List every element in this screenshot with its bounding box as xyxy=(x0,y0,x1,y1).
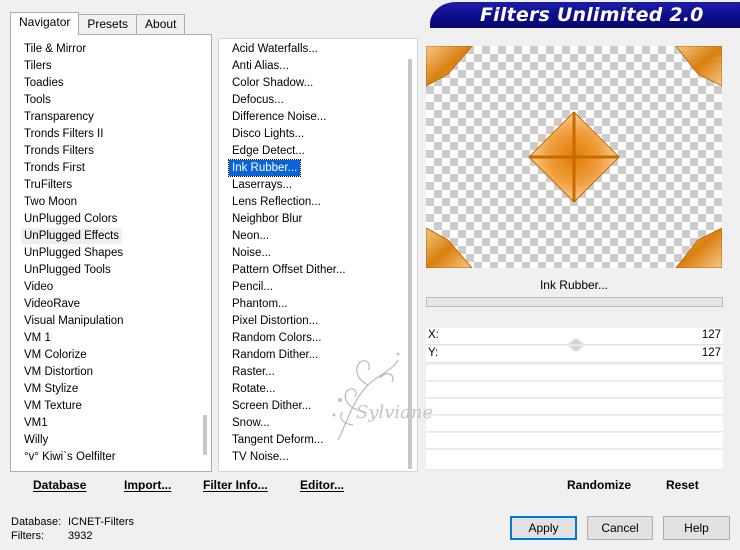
filter-item[interactable]: Disco Lights... xyxy=(229,126,307,142)
corner-tl xyxy=(426,46,473,87)
param-y-thumb[interactable] xyxy=(568,346,584,352)
randomize-button[interactable]: Randomize xyxy=(567,478,631,492)
import-button[interactable]: Import... xyxy=(124,478,171,492)
filter-item[interactable]: Noise... xyxy=(229,245,274,261)
category-item[interactable]: VM Colorize xyxy=(21,347,90,363)
filter-item[interactable]: Random Dither... xyxy=(229,347,321,363)
category-scrollbar[interactable] xyxy=(203,415,207,455)
category-item[interactable]: Toadies xyxy=(21,75,67,91)
filter-item[interactable]: Acid Waterfalls... xyxy=(229,41,321,57)
category-item[interactable]: Two Moon xyxy=(21,194,80,210)
param-empty-row xyxy=(426,365,723,381)
apply-button[interactable]: Apply xyxy=(510,516,577,540)
category-item[interactable]: Tilers xyxy=(21,58,55,74)
filter-item[interactable]: Edge Detect... xyxy=(229,143,308,159)
status-database: Database: ICNET-Filters xyxy=(11,516,134,528)
category-item[interactable]: VM Distortion xyxy=(21,364,96,380)
category-item[interactable]: Tile & Mirror xyxy=(21,41,89,57)
filter-item[interactable]: Snow... xyxy=(229,415,273,431)
filter-item[interactable]: Ink Rubber... xyxy=(227,159,302,177)
category-item[interactable]: UnPlugged Shapes xyxy=(21,245,126,261)
param-x-value: 127 xyxy=(701,329,721,341)
editor-button[interactable]: Editor... xyxy=(300,478,344,492)
status-filters-label: Filters: xyxy=(11,530,44,542)
database-button[interactable]: Database xyxy=(33,478,86,492)
category-item[interactable]: Transparency xyxy=(21,109,97,125)
app-title: Filters Unlimited 2.0 xyxy=(480,4,704,26)
filter-item[interactable]: Random Colors... xyxy=(229,330,324,346)
filter-item[interactable]: Pixel Distortion... xyxy=(229,313,321,329)
category-item[interactable]: Tronds First xyxy=(21,160,88,176)
category-item[interactable]: °v° Kiwi`s Oelfilter xyxy=(21,449,119,465)
reset-button[interactable]: Reset xyxy=(666,478,699,492)
current-filter-name: Ink Rubber... xyxy=(539,278,609,292)
param-y-slider[interactable]: Y: 127 xyxy=(426,346,723,363)
param-empty-row xyxy=(426,416,723,432)
filter-info-button[interactable]: Filter Info... xyxy=(203,478,268,492)
category-item[interactable]: Tronds Filters xyxy=(21,143,97,159)
param-y-value: 127 xyxy=(701,347,721,359)
param-y-label: Y: xyxy=(428,347,439,359)
preview-image xyxy=(426,46,722,268)
filter-item[interactable]: Difference Noise... xyxy=(229,109,329,125)
filter-item[interactable]: Screen Dither... xyxy=(229,398,314,414)
param-x-label: X: xyxy=(428,329,439,341)
category-item[interactable]: Willy xyxy=(21,432,51,448)
tab-about[interactable]: About xyxy=(136,14,186,34)
category-item[interactable]: Video xyxy=(21,279,56,295)
category-item[interactable]: UnPlugged Effects xyxy=(21,228,123,244)
filter-item[interactable]: Raster... xyxy=(229,364,278,380)
corner-tr xyxy=(675,46,722,87)
help-button[interactable]: Help xyxy=(663,516,730,540)
filter-item[interactable]: Anti Alias... xyxy=(229,58,292,74)
tab-presets[interactable]: Presets xyxy=(78,14,138,34)
corner-br xyxy=(675,227,722,268)
filter-list[interactable]: Acid Waterfalls... Anti Alias... Color Sha… xyxy=(218,38,418,472)
param-empty-row xyxy=(426,433,723,449)
param-x-slider[interactable]: X: 127 xyxy=(426,328,723,345)
filter-item[interactable]: Neighbor Blur xyxy=(229,211,305,227)
corner-bl xyxy=(426,227,473,268)
filter-item[interactable]: Tangent Deform... xyxy=(229,432,326,448)
category-item[interactable]: UnPlugged Tools xyxy=(21,262,114,278)
filter-item[interactable]: Pattern Offset Dither... xyxy=(229,262,349,278)
category-item[interactable]: UnPlugged Colors xyxy=(21,211,120,227)
category-item[interactable]: VM Stylize xyxy=(21,381,81,397)
param-x-thumb[interactable] xyxy=(568,338,584,344)
category-item[interactable]: Visual Manipulation xyxy=(21,313,127,329)
filter-item[interactable]: Rotate... xyxy=(229,381,278,397)
cancel-button[interactable]: Cancel xyxy=(587,516,653,540)
category-item[interactable]: VM 1 xyxy=(21,330,54,346)
filter-item[interactable]: Lens Reflection... xyxy=(229,194,324,210)
filter-item[interactable]: TV Noise... xyxy=(229,449,292,465)
filter-item[interactable]: Laserrays... xyxy=(229,177,295,193)
filter-item[interactable]: Neon... xyxy=(229,228,272,244)
filter-item[interactable]: Color Shadow... xyxy=(229,75,316,91)
category-item[interactable]: VM1 xyxy=(21,415,51,431)
filter-item[interactable]: Defocus... xyxy=(229,92,287,108)
category-list[interactable]: Tile & Mirror Tilers Toadies Tools Transpare… xyxy=(10,34,212,472)
progress-bar xyxy=(426,297,723,307)
status-filters-value: 3932 xyxy=(68,530,93,542)
param-empty-row xyxy=(426,450,723,470)
status-database-label: Database: xyxy=(11,516,62,528)
status-filters: Filters: 3932 xyxy=(11,530,92,542)
category-item[interactable]: VideoRave xyxy=(21,296,83,312)
status-database-value: ICNET-Filters xyxy=(68,516,134,528)
category-item[interactable]: TruFilters xyxy=(21,177,75,193)
filter-item[interactable]: Phantom... xyxy=(229,296,291,312)
category-item[interactable]: VM Texture xyxy=(21,398,85,414)
filter-item[interactable]: Pencil... xyxy=(229,279,276,295)
param-empty-row xyxy=(426,399,723,415)
category-item[interactable]: Tools xyxy=(21,92,54,108)
preview-canvas[interactable] xyxy=(426,46,722,268)
tab-navigator[interactable]: Navigator xyxy=(10,12,80,35)
tab-bar: Navigator Presets About xyxy=(10,12,186,35)
param-empty-row xyxy=(426,382,723,398)
category-item[interactable]: Tronds Filters II xyxy=(21,126,106,142)
filter-scrollbar[interactable] xyxy=(408,59,412,469)
